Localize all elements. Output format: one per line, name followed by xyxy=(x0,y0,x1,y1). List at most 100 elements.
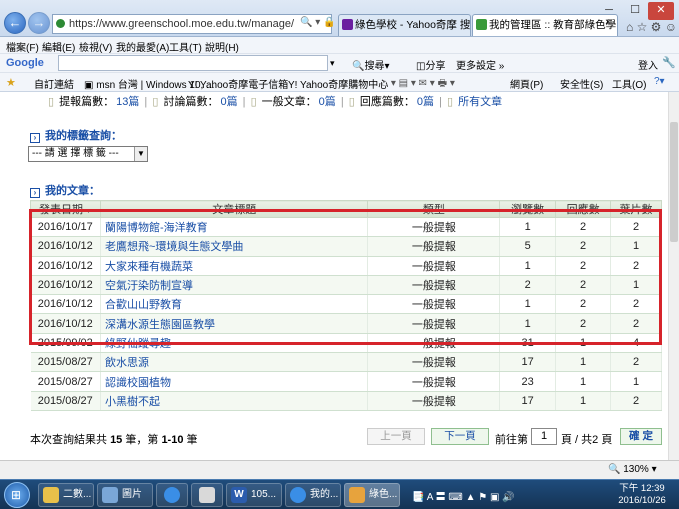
fav-custom-links[interactable]: 自訂連結 xyxy=(34,76,74,91)
menu-view[interactable]: 檢視(V) xyxy=(79,39,112,54)
cell-leaves: 1 xyxy=(610,371,662,392)
page-scrollbar[interactable] xyxy=(668,92,679,460)
taskbar-item-word[interactable]: W 105... xyxy=(226,483,282,507)
yahoo-icon: Y! xyxy=(188,80,201,91)
result-summary: 本次查詢結果共 15 筆，第 1-10 筆 xyxy=(30,434,198,446)
paint-icon xyxy=(349,487,365,503)
forward-button[interactable]: → xyxy=(28,12,50,34)
prev-page-button[interactable]: 上一頁 xyxy=(367,428,425,445)
menu-help[interactable]: 說明(H) xyxy=(205,39,239,54)
command-bar-icons[interactable]: ⌂ ▾ ▤ ▾ ✉ ▾ 🖶 ▾ xyxy=(382,76,455,93)
cell-type: 一般提報 xyxy=(367,352,501,373)
menu-favorites[interactable]: 我的最愛(A) xyxy=(116,39,169,54)
menu-page[interactable]: 網頁(P) xyxy=(510,76,543,91)
stat-value: 0篇 xyxy=(220,96,238,108)
pictures-icon xyxy=(102,487,118,503)
arrow-right-icon: › xyxy=(30,188,40,198)
word-icon: W xyxy=(231,487,247,503)
menu-edit[interactable]: 編輯(E) xyxy=(42,39,75,54)
goto-prefix: 前往第 xyxy=(495,434,528,446)
menu-safety[interactable]: 安全性(S) xyxy=(560,76,603,91)
login-button[interactable]: 登入 xyxy=(638,57,658,72)
address-url: https://www.greenschool.moe.edu.tw/manag… xyxy=(69,18,295,30)
taskbar-item-ie-window[interactable]: 我的... xyxy=(285,483,341,507)
cell-title[interactable]: 小黑樹不起 xyxy=(100,391,369,411)
cell-date: 2015/08/27 xyxy=(30,391,101,411)
menu-bar: 檔案(F) 編輯(E) 檢視(V) 我的最愛(A) 工具(T) 說明(H) xyxy=(0,37,679,54)
all-articles-link[interactable]: 所有文章 xyxy=(458,96,502,108)
start-button[interactable]: ⊞ xyxy=(4,482,30,508)
table-row: 2015/08/27 飲水思源 一般提報 17 1 2 xyxy=(30,352,662,373)
search-icon: 🔍 xyxy=(352,61,365,72)
fav-yahoo-mail[interactable]: Y! Yahoo奇摩電子信箱 xyxy=(188,76,288,91)
magnifier-icon: 🔍 xyxy=(608,464,624,475)
tag-select[interactable]: --- 請 選 擇 標 籤 --- ▼ xyxy=(28,146,148,162)
stat-label: 一般文章： xyxy=(261,96,317,108)
scrollbar-thumb[interactable] xyxy=(670,122,678,242)
clock[interactable]: 下午 12:39 2016/10/26 xyxy=(612,483,672,507)
divider: | xyxy=(340,96,347,108)
taskbar: ⊞ 二數... 圖片 W 105... 我的... 綠色... 📑 A 〓 ⌨ ▲… xyxy=(0,479,679,509)
language-bar-icons[interactable]: 📑 A 〓 ⌨ ▲ ⚑ ▣ 🔊 xyxy=(412,488,515,503)
minimize-icon[interactable]: ─ xyxy=(596,2,622,20)
next-page-button[interactable]: 下一頁 xyxy=(431,428,489,445)
page-number-input[interactable]: 1 xyxy=(531,428,557,445)
cell-replies: 1 xyxy=(555,371,612,392)
share-button[interactable]: ◫分享 xyxy=(416,57,445,72)
fav-yahoo-shopping[interactable]: Y! Yahoo奇摩購物中心 xyxy=(288,76,388,91)
taskbar-item-ie[interactable] xyxy=(156,483,188,507)
google-logo: Google xyxy=(6,57,44,69)
cell-leaves: 2 xyxy=(610,352,662,373)
stat-value: 0篇 xyxy=(318,96,336,108)
tab-label: 綠色學校 - Yahoo奇摩 搜尋結果 xyxy=(355,19,471,31)
taskbar-item-folder[interactable]: 二數... xyxy=(38,483,94,507)
doc-icon: ▯ xyxy=(348,96,358,108)
cell-views: 17 xyxy=(499,391,557,411)
tag-select-value: --- 請 選 擇 標 籤 --- xyxy=(32,148,119,159)
google-search-input[interactable] xyxy=(58,55,328,71)
stat-label: 提報篇數： xyxy=(59,96,115,108)
cell-leaves: 2 xyxy=(610,391,662,411)
cell-title[interactable]: 飲水思源 xyxy=(100,352,369,373)
divider: | xyxy=(439,96,445,108)
cell-views: 23 xyxy=(499,371,557,392)
cell-date: 2015/08/27 xyxy=(30,371,101,392)
stat-value: 0篇 xyxy=(416,96,435,108)
chevron-down-icon[interactable]: ▼ xyxy=(134,147,147,161)
menu-tools[interactable]: 工具(T) xyxy=(169,39,202,54)
back-button[interactable]: ← xyxy=(4,12,26,34)
goto-suffix: 頁 / 共2 頁 xyxy=(561,434,613,446)
confirm-button[interactable]: 確 定 xyxy=(620,428,662,445)
yahoo-icon xyxy=(342,19,353,30)
maximize-icon[interactable]: ☐ xyxy=(622,2,648,20)
close-window-icon[interactable]: ✕ xyxy=(648,2,674,20)
wrench-icon[interactable]: 🔧 xyxy=(662,56,676,69)
more-settings-button[interactable]: 更多設定 » xyxy=(456,57,504,72)
cell-type: 一般提報 xyxy=(367,391,501,411)
address-bar[interactable]: https://www.greenschool.moe.edu.tw/manag… xyxy=(52,14,332,34)
divider: | xyxy=(242,96,249,108)
cell-title[interactable]: 認識校園植物 xyxy=(100,371,369,392)
taskbar-item-paint[interactable]: 綠色... xyxy=(344,483,400,507)
favorites-star-icon[interactable]: ★ xyxy=(6,76,16,89)
tab-yahoo-search[interactable]: 綠色學校 - Yahoo奇摩 搜尋結果 xyxy=(338,14,471,36)
stats-row: ▯ 提報篇數： 13篇 | ▯ 討論篇數： 0篇 | ▯ 一般文章： 0篇 | ▯ 回… xyxy=(48,93,504,109)
google-search-button[interactable]: 🔍搜尋▾ xyxy=(352,57,389,72)
taskbar-item-pictures[interactable]: 圖片 xyxy=(97,483,153,507)
menu-tools-cmd[interactable]: 工具(O) xyxy=(612,76,646,91)
cell-type: 一般提報 xyxy=(367,371,501,392)
zoom-level[interactable]: 🔍 130% ▾ xyxy=(608,464,657,475)
taskbar-item-app[interactable] xyxy=(191,483,223,507)
highlight-box xyxy=(29,209,662,345)
chevron-down-icon[interactable]: ▾ xyxy=(330,58,335,69)
toolbar-icons[interactable]: ⌂ ☆ ⚙ ☺ xyxy=(626,20,677,34)
table-row: 2015/08/27 小黑樹不起 一般提報 17 1 2 xyxy=(30,391,662,411)
help-icon[interactable]: ?▾ xyxy=(654,76,665,87)
msn-icon: ▣ xyxy=(84,80,97,91)
pagination: 本次查詢結果共 15 筆，第 1-10 筆 上一頁 下一頁 前往第 1 頁 / … xyxy=(0,428,668,450)
windows-logo-icon: ⊞ xyxy=(11,488,22,502)
favorites-bar: ★ 自訂連結 ▣ msn 台灣 | Windows 10, ... Y! Yah… xyxy=(0,73,679,92)
menu-file[interactable]: 檔案(F) xyxy=(6,39,39,54)
doc-icon: ▯ xyxy=(48,96,58,108)
ie-icon xyxy=(290,487,306,503)
